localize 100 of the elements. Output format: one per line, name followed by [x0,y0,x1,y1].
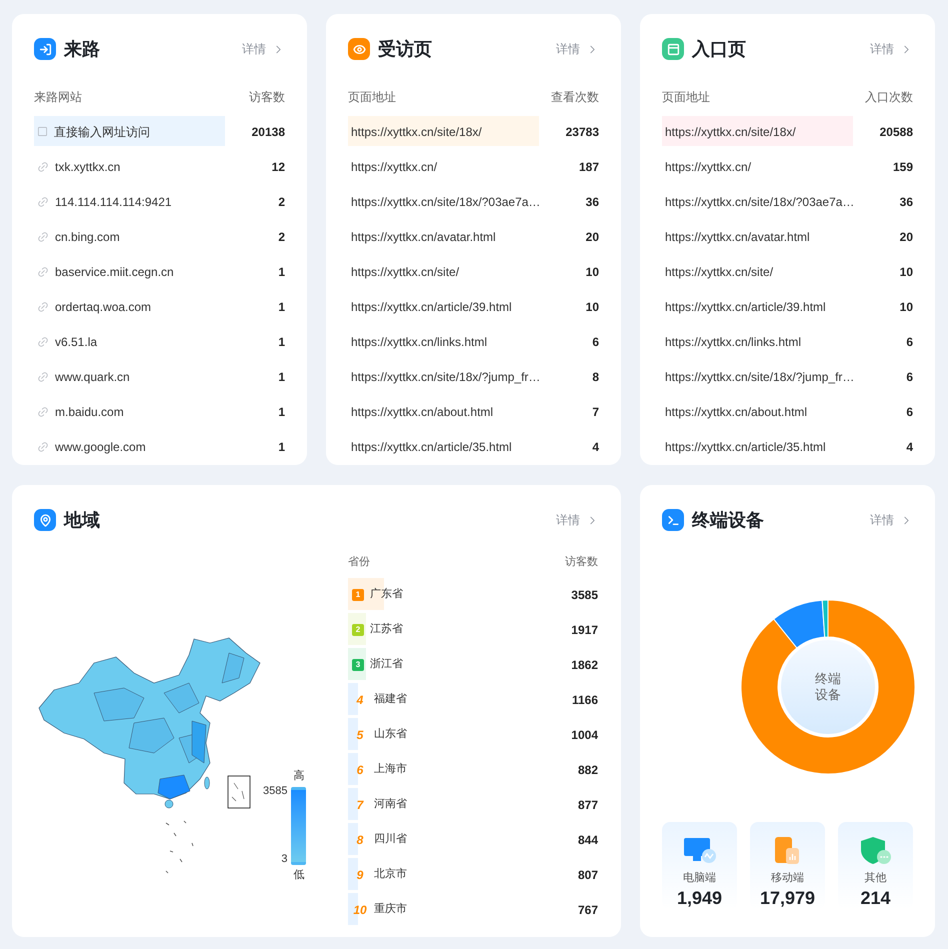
row-label[interactable]: https://xyttkx.cn/links.html [665,332,802,350]
row-label[interactable]: cn.bing.com [55,228,120,246]
column-header: 访客数 [249,89,285,106]
column-header: 入口次数 [865,89,913,106]
row-value: 187 [578,158,599,176]
stat-label: 其他 [864,871,886,886]
row-value: 1 [277,368,285,386]
panel-title: 来路 [64,38,100,60]
province-name: 山东省 [374,726,407,742]
rank-highlight [348,753,358,785]
row-value: 10 [898,264,913,280]
panel-icon [34,509,56,531]
row-value: 1 [277,298,285,316]
legend-min: 3 [281,852,288,866]
row-label[interactable]: txk.xyttkx.cn [55,158,120,176]
row-label[interactable]: https://xyttkx.cn/avatar.html [665,228,810,246]
row-value: 10 [898,298,913,316]
row-label[interactable]: https://xyttkx.cn/about.html [665,402,808,420]
row-value: 1166 [570,692,598,708]
row-value: 36 [898,194,913,210]
rank-number: 7 [356,796,365,814]
donut-center-label: 终端设备 [814,671,842,703]
row-label[interactable]: https://xyttkx.cn/site/18x/ [351,122,482,140]
row-value: 20588 [878,124,913,140]
row-label[interactable]: www.quark.cn [55,368,130,386]
row-value: 807 [576,866,598,884]
province-name: 广东省 [370,586,403,602]
row-label[interactable]: https://xyttkx.cn/site/18x/?03ae7a… [351,192,540,210]
row-value: 2 [277,228,285,246]
row-value: 1917 [570,622,598,638]
row-value: 20 [584,228,599,246]
row-value: 3585 [570,586,598,604]
row-label[interactable]: m.baidu.com [55,402,124,420]
row-value: 6 [591,334,599,350]
rank-highlight [348,683,358,715]
row-label[interactable]: https://xyttkx.cn/site/ [665,262,774,280]
row-label[interactable]: https://xyttkx.cn/article/39.html [665,298,826,316]
row-value: 2 [277,194,285,210]
row-value: 23783 [564,124,599,140]
panel-title: 受访页 [378,38,432,60]
rank-number: 10 [352,902,368,918]
province-name: 四川省 [374,832,407,848]
stat-value: 214 [860,886,891,908]
panel-title: 地域 [64,508,100,532]
column-header: 页面地址 [348,89,396,106]
column-header: 查看次数 [551,89,599,106]
rank-flag: 2 [352,624,364,636]
column-header: 页面地址 [662,89,710,106]
stat-label: 移动端 [771,871,804,886]
row-label[interactable]: https://xyttkx.cn/avatar.html [351,228,496,246]
row-label[interactable]: https://xyttkx.cn/site/18x/?jump_fr… [665,368,854,386]
row-label[interactable]: https://xyttkx.cn/links.html [351,332,488,350]
row-value: 20138 [250,124,285,140]
row-label[interactable]: baservice.miit.cegn.cn [55,262,174,280]
row-value: 882 [576,762,598,778]
row-label[interactable]: 直接输入网址访问 [54,122,150,140]
panel-title: 入口页 [692,38,746,60]
rank-flag: 3 [352,658,364,670]
row-value: 767 [576,902,598,918]
row-label[interactable]: https://xyttkx.cn/article/35.html [665,438,826,456]
row-label[interactable]: https://xyttkx.cn/site/18x/?jump_fr… [351,368,540,386]
row-value: 8 [591,368,599,386]
row-value: 36 [584,194,599,210]
row-label[interactable]: https://xyttkx.cn/site/ [351,262,460,280]
province-name: 福建省 [374,692,407,708]
row-label[interactable]: https://xyttkx.cn/article/35.html [351,438,512,456]
row-label[interactable]: https://xyttkx.cn/article/39.html [351,298,512,316]
legend-low-label: 低 [293,868,304,882]
row-value: 7 [591,404,599,420]
row-label[interactable]: v6.51.la [55,332,98,350]
province-name: 重庆市 [374,902,407,918]
row-label[interactable]: https://xyttkx.cn/ [665,158,752,176]
square-icon [37,126,48,137]
legend-high-label: 高 [293,768,304,784]
rank-number: 5 [356,726,364,744]
panel-title: 终端设备 [692,508,764,532]
rank-flag: 1 [352,588,364,600]
panel-icon [34,38,56,60]
row-label[interactable]: https://xyttkx.cn/about.html [351,402,494,420]
rank-number: 4 [356,692,364,708]
row-label[interactable]: https://xyttkx.cn/site/18x/?03ae7a… [665,192,854,210]
province-name: 北京市 [374,866,407,882]
row-label[interactable]: https://xyttkx.cn/site/18x/ [665,122,796,140]
legend-max: 3585 [263,784,288,799]
chart-slice[interactable] [740,600,916,774]
row-value: 6 [905,334,913,350]
legend-gradient-bar[interactable] [291,786,306,864]
column-header: 省份 [348,554,370,570]
chart-slice[interactable] [773,600,826,648]
row-value: 844 [576,832,598,848]
rank-highlight [348,788,358,820]
row-label[interactable]: https://xyttkx.cn/ [351,158,438,176]
province-name: 上海市 [374,762,407,778]
row-value: 10 [584,298,599,316]
row-label[interactable]: ordertaq.woa.com [55,298,152,316]
monitor-icon [682,837,716,865]
row-label[interactable]: www.google.com [55,438,146,456]
row-value: 1862 [570,656,598,674]
province-name: 浙江省 [370,657,403,672]
row-label[interactable]: 114.114.114.114:9421 [55,192,172,210]
